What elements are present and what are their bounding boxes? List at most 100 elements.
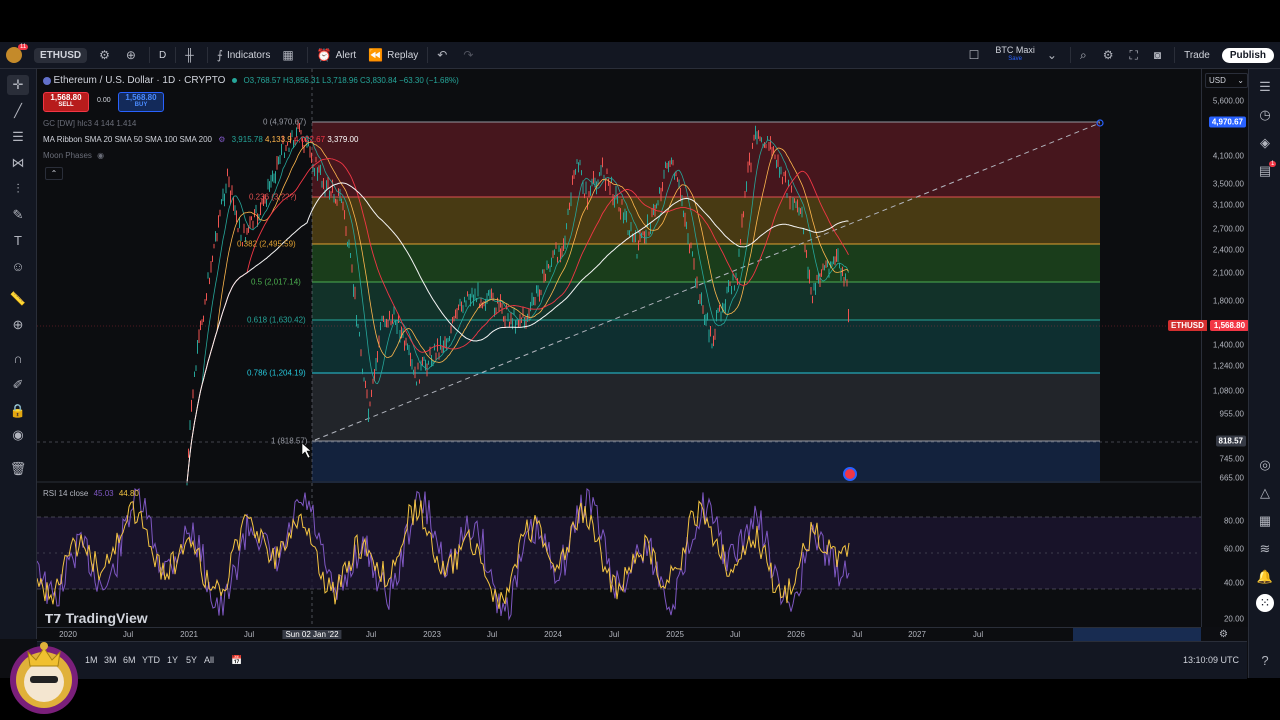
layout-name: BTC Maxi: [995, 45, 1035, 55]
replay-button[interactable]: ⏪ Replay: [362, 44, 424, 66]
fib-tool-icon[interactable]: ☰: [7, 127, 29, 147]
range-3m-button[interactable]: 3M: [104, 655, 117, 665]
replay-label: Replay: [387, 49, 419, 61]
symbol-search-button[interactable]: ETHUSD: [28, 44, 93, 66]
fib-label-0382: 0.382 (2,495.59): [237, 239, 296, 249]
symbol-settings-button[interactable]: ⚙: [93, 44, 120, 66]
event-marker-icon[interactable]: [843, 467, 857, 481]
forecast-tool-icon[interactable]: ⫶: [7, 179, 29, 199]
drawing-toolbar: ✛ ╱ ☰ ⋈ ⫶ ✎ T ☺ 📏 ⊕ ∩ ✐ 🔒 ◉ 🗑: [0, 69, 37, 639]
price-label: 1,240.00: [1212, 361, 1244, 371]
price-chart-canvas[interactable]: [37, 69, 1201, 627]
time-label: 2023: [423, 630, 441, 639]
undo-button[interactable]: ↶: [431, 44, 457, 66]
calendar-icon[interactable]: ▦: [1255, 511, 1275, 531]
axis-settings-icon[interactable]: ⚙: [1219, 629, 1228, 640]
range-ytd-button[interactable]: YTD: [142, 655, 160, 665]
right-sidebar: ☰ ◷ ◈ ▤ ◎ △ ▦ ≋ 🔔 ⁙ ? 1: [1248, 69, 1280, 678]
notifications-icon[interactable]: 🔔: [1255, 567, 1275, 587]
fullscreen-button[interactable]: ⛶: [1123, 44, 1147, 66]
rsi-legend[interactable]: RSI 14 close 45.03 44.80: [43, 489, 139, 498]
trend-line-tool-icon[interactable]: ╱: [7, 101, 29, 121]
buy-button[interactable]: 1,568.80 BUY: [118, 92, 164, 112]
templates-button[interactable]: ▦: [276, 44, 303, 66]
range-1m-button[interactable]: 1M: [85, 655, 98, 665]
gc-indicator-legend[interactable]: GC [DW] hlc3 4 144 1.414: [43, 119, 136, 128]
symbol-title: Ethereum / U.S. Dollar · 1D · CRYPTO: [53, 75, 226, 86]
lock-tool-icon[interactable]: 🔒: [7, 401, 29, 421]
spread-value: 0.00: [97, 97, 111, 104]
rsi-axis-label: 60.00: [1223, 544, 1244, 554]
interval-button[interactable]: D: [153, 44, 172, 66]
indicators-button[interactable]: ⨍ Indicators: [211, 44, 277, 66]
chart-type-button[interactable]: ╫: [179, 44, 204, 66]
symbol-legend[interactable]: Ethereum / U.S. Dollar · 1D · CRYPTO O3,…: [43, 75, 459, 86]
layout-name-button[interactable]: BTC Maxi Save: [989, 44, 1041, 66]
alert-label: Alert: [335, 49, 357, 61]
collapse-legend-button[interactable]: ⌃: [45, 167, 63, 180]
time-label: 2027: [908, 630, 926, 639]
zoom-in-tool-icon[interactable]: ⊕: [7, 315, 29, 335]
time-label: 2026: [787, 630, 805, 639]
price-axis[interactable]: USD ⌄ 5,600.00 4,100.00 3,500.00 3,100.00…: [1201, 69, 1248, 627]
watermark-text: TradingView: [65, 610, 148, 626]
chevron-down-icon: ⌄: [1046, 48, 1057, 62]
clock-label[interactable]: 13:10:09 UTC: [1183, 655, 1239, 665]
fib-zone-0: [312, 122, 1100, 197]
stream-icon[interactable]: ≋: [1255, 539, 1275, 559]
publish-button[interactable]: Publish: [1216, 44, 1280, 66]
currency-select[interactable]: USD ⌄: [1205, 73, 1248, 88]
trade-button[interactable]: Trade: [1178, 44, 1216, 66]
chart-pane[interactable]: Ethereum / U.S. Dollar · 1D · CRYPTO O3,…: [37, 69, 1201, 627]
redo-button[interactable]: ↷: [457, 44, 483, 66]
divider: [427, 47, 429, 63]
alert-button[interactable]: ⏰ Alert: [311, 44, 363, 66]
emoji-tool-icon[interactable]: ☺: [7, 257, 29, 277]
watchlist-icon[interactable]: ☰: [1255, 77, 1275, 97]
target-icon[interactable]: ◎: [1255, 455, 1275, 475]
layers-icon[interactable]: ◈: [1255, 133, 1275, 153]
channel-logo-icon: [10, 642, 78, 714]
avatar[interactable]: 11: [0, 44, 29, 66]
date-range-calendar-icon[interactable]: 📅: [231, 655, 242, 666]
ideas-icon[interactable]: △: [1255, 483, 1275, 503]
crosshair-tool-icon[interactable]: ✛: [7, 75, 29, 95]
layout-menu-button[interactable]: ⌄: [1041, 44, 1067, 66]
price-label: 665.00: [1219, 473, 1244, 483]
fib-time-range-highlight: [1073, 628, 1201, 642]
rewind-icon: ⏪: [368, 48, 384, 62]
notification-badge: 1: [1269, 161, 1277, 167]
range-1y-button[interactable]: 1Y: [167, 655, 178, 665]
ruler-tool-icon[interactable]: 📏: [7, 289, 29, 309]
eye-tool-icon[interactable]: ◉: [7, 425, 29, 445]
pattern-tool-icon[interactable]: ⋈: [7, 153, 29, 173]
layout-toggle-button[interactable]: ☐: [963, 44, 990, 66]
compare-button[interactable]: ⊕: [120, 44, 146, 66]
sell-button[interactable]: 1,568.80 SELL: [43, 92, 89, 112]
apps-grid-icon[interactable]: ⁙: [1256, 594, 1274, 612]
quick-search-button[interactable]: ⌕: [1074, 44, 1097, 66]
draw-mode-tool-icon[interactable]: ✐: [7, 375, 29, 395]
alerts-clock-icon[interactable]: ◷: [1255, 105, 1275, 125]
fib-zone-5: [312, 373, 1100, 441]
time-axis[interactable]: 2020 Jul 2021 Jul Sun 02 Jan '22 Jul 202…: [37, 627, 1201, 642]
chevron-up-icon: ⌃: [50, 169, 58, 178]
ma-value-1: 3,915.78: [231, 135, 263, 144]
price-label: 3,100.00: [1212, 200, 1244, 210]
range-5y-button[interactable]: 5Y: [186, 655, 197, 665]
square-icon: ☐: [968, 48, 980, 62]
gear-icon: ⚙: [99, 48, 110, 62]
magnet-tool-icon[interactable]: ∩: [7, 349, 29, 369]
settings-button[interactable]: ⚙: [1097, 44, 1124, 66]
snapshot-button[interactable]: ◙: [1148, 44, 1171, 66]
help-icon[interactable]: ?: [1255, 651, 1275, 671]
trash-tool-icon[interactable]: 🗑: [7, 459, 29, 479]
text-tool-icon[interactable]: T: [7, 231, 29, 251]
rsi-axis-label: 20.00: [1223, 614, 1244, 624]
range-6m-button[interactable]: 6M: [123, 655, 136, 665]
moon-phases-legend[interactable]: Moon Phases ◉: [43, 151, 104, 160]
brush-tool-icon[interactable]: ✎: [7, 205, 29, 225]
range-all-button[interactable]: All: [204, 655, 214, 665]
currency-label: USD: [1209, 76, 1226, 85]
ma-ribbon-legend[interactable]: MA Ribbon SMA 20 SMA 50 SMA 100 SMA 200 …: [43, 135, 358, 144]
